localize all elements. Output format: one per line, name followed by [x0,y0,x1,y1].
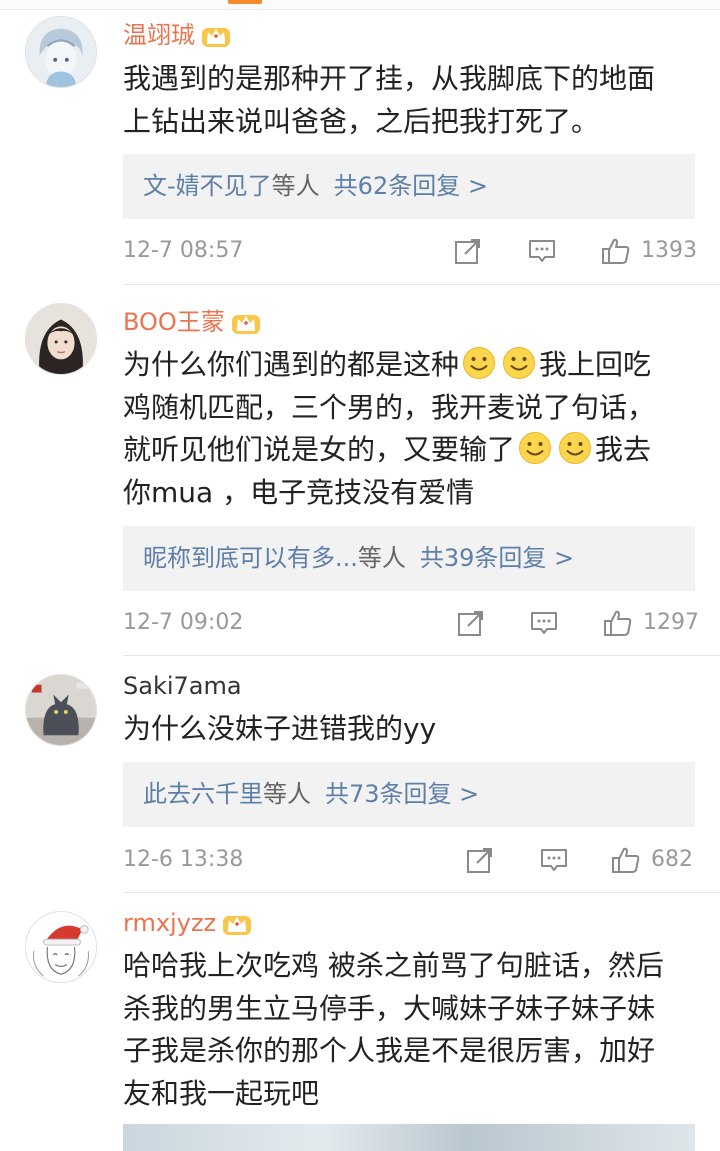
replies-summary-button[interactable]: 昵称到底可以有多...等人 共39条回复 > [123,526,695,591]
comment-button[interactable] [539,845,569,875]
like-count: 682 [651,847,693,872]
comment-text: 为什么没妹子进错我的yy [123,708,698,751]
reply-etc: 等人 [271,172,320,200]
attached-image[interactable] [123,1124,695,1151]
timestamp: 12-6 13:38 [123,847,244,872]
like-button[interactable]: 682 [611,845,693,875]
repost-button[interactable] [465,845,495,875]
smile-emoji-icon [463,347,496,379]
repost-button[interactable] [453,236,483,266]
reply-user[interactable]: 文-婧不见了 [143,172,272,200]
repost-icon [455,239,480,264]
like-button[interactable]: 1393 [601,236,697,266]
smile-emoji-icon [559,432,592,464]
comment-line-part: 为什么你们遇到的都是这种 [123,348,460,381]
username[interactable]: Saki7ama [123,671,242,701]
comment-line: 鸡随机匹配，三个男的，我开麦说了句话， [123,390,656,424]
reply-count-link[interactable]: 共39条回复 > [420,544,574,572]
smile-emoji-icon [503,347,536,379]
comment-line: 为什么你们遇到的都是这种 我上回吃 [123,344,698,387]
comment-line: 为什么没妹子进错我的yy [123,712,437,745]
comment-button[interactable] [529,608,559,638]
thumbs-up-icon [604,610,632,636]
replies-summary-button[interactable]: 此去六千里等人 共73条回复 > [123,762,695,827]
comment-icon [541,849,567,871]
avatar[interactable] [25,16,97,88]
username-text: 温翊珹 [123,21,195,49]
comment-icon [531,612,557,634]
avatar[interactable] [25,911,97,983]
timestamp: 12-7 09:02 [123,610,244,635]
comment-text: 哈哈我上次吃鸡 被杀之前骂了句脏话，然后 杀我的男生立马停手，大喊妹子妹子妹子妹… [123,945,698,1115]
comment-line: 上钻出来说叫爸爸，之后把我打死了。 [123,104,600,138]
repost-icon [467,848,492,873]
avatar[interactable] [25,303,97,375]
comment-text: 为什么你们遇到的都是这种 我上回吃 鸡随机匹配，三个男的，我开麦说了句话， 就听见… [123,344,698,514]
girl-photo-avatar-icon [26,304,96,374]
cat-photo-avatar-icon [26,675,96,745]
sketch-santa-avatar-icon [26,912,96,982]
reply-user[interactable]: 昵称到底可以有多... [143,544,358,572]
divider [123,284,720,285]
comment-line-part: 我上回吃 [539,348,652,381]
timestamp: 12-7 08:57 [123,238,244,263]
reply-user[interactable]: 此去六千里 [143,780,263,808]
crown-icon [231,315,260,334]
comment-text: 我遇到的是那种开了挂，从我脚底下的地面 上钻出来说叫爸爸，之后把我打死了。 [123,58,698,143]
comment-line-part: 就听见他们说是女的，又要输了 [123,433,516,466]
replies-summary-button[interactable]: 文-婧不见了等人 共62条回复 > [123,154,695,219]
thumbs-up-icon [602,238,630,264]
anime-avatar-icon [26,17,96,87]
repost-icon [458,611,483,636]
comment-line: 就听见他们说是女的，又要输了 我去 [123,429,698,472]
reply-count-link[interactable]: 共62条回复 > [334,172,488,200]
smile-emoji-icon [519,432,552,464]
active-tab-indicator [228,0,262,4]
thumbs-up-icon [612,847,640,873]
comment-line: 哈哈我上次吃鸡 被杀之前骂了句脏话，然后 [123,949,664,982]
comment-line: 杀我的男生立马停手，大喊妹子妹子妹子妹 [123,991,656,1025]
repost-button[interactable] [456,608,486,638]
username[interactable]: BOO王蒙 [123,307,261,337]
divider [123,892,720,893]
username[interactable]: 温翊珹 [123,20,231,50]
comment-line: 友和我一起玩吧 [123,1076,320,1110]
comment-meta: 12-7 09:02 1297 [123,608,699,638]
comment-line-part: 我去 [595,433,652,466]
reply-count-link[interactable]: 共73条回复 > [325,780,479,808]
username-text: Saki7ama [123,672,242,700]
comment-line: 子我是杀你的那个人我是不是很厉害，加好 [123,1034,656,1067]
avatar[interactable] [25,674,97,746]
like-button[interactable]: 1297 [603,608,699,638]
username[interactable]: rmxjyzz [123,908,252,938]
comment-meta: 12-6 13:38 682 [123,845,695,875]
comment-button[interactable] [527,236,557,266]
like-count: 1297 [643,610,699,635]
divider [123,655,720,656]
username-text: rmxjyzz [123,909,217,937]
comment-line: 我遇到的是那种开了挂，从我脚底下的地面 [123,62,656,95]
reply-etc: 等人 [263,780,311,808]
username-text: BOO王蒙 [123,308,225,336]
top-tab-strip [0,0,720,10]
comment-line: 你mua ，电子竞技没有爱情 [123,475,475,509]
comment-icon [529,240,555,262]
crown-icon [202,28,230,47]
comment-meta: 12-7 08:57 1393 [123,236,697,266]
reply-etc: 等人 [357,544,406,572]
like-count: 1393 [641,238,697,263]
crown-icon [223,916,252,935]
